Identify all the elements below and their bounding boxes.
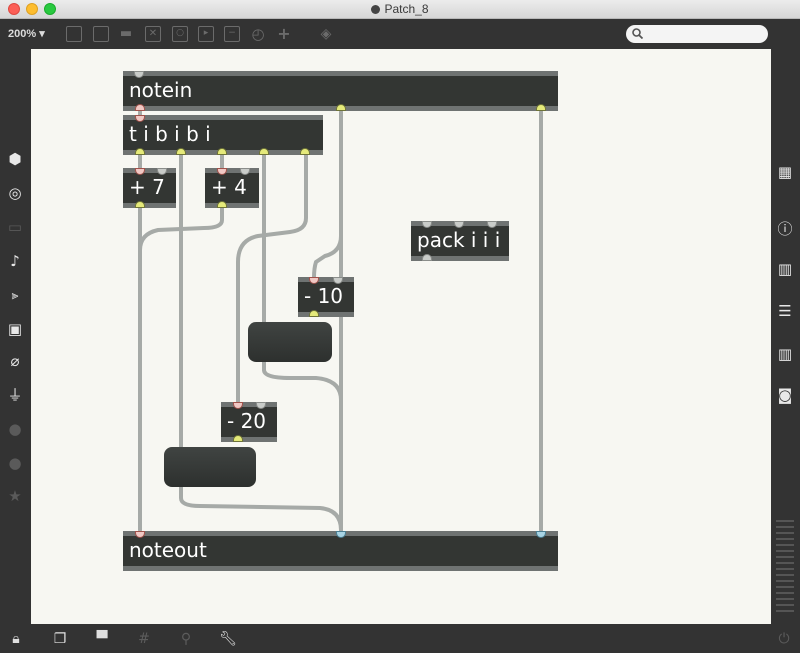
- trigger-outlet-2[interactable]: [176, 148, 186, 155]
- video-icon[interactable]: ▭: [5, 217, 25, 237]
- notein-outlet-pitch[interactable]: [135, 104, 145, 111]
- sub10-label: - 10: [304, 284, 344, 308]
- wrench-icon[interactable]: 🔧︎: [219, 630, 237, 648]
- button-icon[interactable]: ○: [172, 26, 188, 42]
- paperclip-icon[interactable]: ⌀: [5, 351, 25, 371]
- clock-icon[interactable]: ●: [5, 453, 25, 473]
- message-box-icon[interactable]: [93, 26, 109, 42]
- left-sidebar: ⬢ ◎ ▭ ♪ ⫸ ▣ ⌀ ⏚ ● ● ★: [0, 49, 31, 624]
- plug-icon[interactable]: ⏚: [5, 385, 25, 405]
- toolbar: 200% ▾ ▬ ✕ ○ ▸ − ◴ + ◈: [0, 19, 800, 49]
- list-icon[interactable]: ☰: [775, 301, 795, 321]
- add4-label: + 4: [211, 175, 247, 199]
- sub20-label: - 20: [227, 409, 267, 433]
- grid-icon[interactable]: ▦: [775, 162, 795, 182]
- add7-object[interactable]: + 7: [123, 168, 176, 208]
- comment-icon[interactable]: ▬: [118, 26, 134, 42]
- toggle-icon[interactable]: ✕: [145, 26, 161, 42]
- add4-object[interactable]: + 4: [205, 168, 259, 208]
- cube-icon[interactable]: ⬢: [5, 149, 25, 169]
- empty-object-box[interactable]: [248, 322, 332, 362]
- dial-icon[interactable]: ◴: [250, 26, 266, 42]
- panel-icon[interactable]: [66, 26, 82, 42]
- add7-label: + 7: [129, 175, 165, 199]
- number-box-icon[interactable]: ▸: [198, 26, 214, 42]
- trigger-object[interactable]: t i b i b i: [123, 115, 323, 155]
- empty-object-box[interactable]: [164, 447, 256, 487]
- presentation-icon[interactable]: ▀: [93, 630, 111, 648]
- grid-icon[interactable]: #: [135, 630, 153, 648]
- level-meter: [776, 520, 794, 616]
- sub10-object[interactable]: - 10: [298, 277, 354, 317]
- star-icon[interactable]: ★: [5, 486, 25, 506]
- power-icon[interactable]: ⏻: [775, 630, 793, 648]
- pack-label: pack i i i: [417, 228, 501, 252]
- notein-outlet-velocity[interactable]: [336, 104, 346, 111]
- add7-outlet[interactable]: [135, 201, 145, 208]
- notein-label: notein: [129, 78, 193, 102]
- notein-outlet-channel[interactable]: [536, 104, 546, 111]
- image-icon[interactable]: ▣: [5, 319, 25, 339]
- trigger-outlet-4[interactable]: [259, 148, 269, 155]
- sub20-object[interactable]: - 20: [221, 402, 277, 442]
- camera-icon[interactable]: ◙: [775, 385, 795, 405]
- bottom-toolbar: 🔒︎ ❐ ▀ # ⚲ 🔧︎ ⏻: [0, 624, 800, 653]
- add4-outlet[interactable]: [217, 201, 227, 208]
- add-object-icon[interactable]: +: [276, 26, 292, 42]
- window-title: Patch_8: [0, 2, 800, 16]
- document-icon: [371, 5, 381, 14]
- window-title-label: Patch_8: [384, 2, 429, 16]
- pin-icon[interactable]: ⚲: [177, 630, 195, 648]
- paint-bucket-icon[interactable]: ◈: [318, 26, 334, 42]
- target-icon[interactable]: ◎: [5, 183, 25, 203]
- trigger-label: t i b i b i: [129, 122, 211, 146]
- book-icon[interactable]: ▥: [775, 259, 795, 279]
- play-list-icon[interactable]: ⫸: [5, 285, 25, 305]
- trigger-outlet-1[interactable]: [135, 148, 145, 155]
- search-input[interactable]: [626, 25, 768, 43]
- trigger-outlet-5[interactable]: [300, 148, 310, 155]
- sub20-outlet[interactable]: [233, 435, 243, 442]
- slider-icon[interactable]: −: [224, 26, 240, 42]
- zoom-menu[interactable]: 200% ▾: [8, 27, 45, 40]
- vimeo-icon[interactable]: ●: [5, 419, 25, 439]
- sub10-outlet[interactable]: [309, 310, 319, 317]
- trigger-outlet-3[interactable]: [217, 148, 227, 155]
- reference-icon[interactable]: ▥: [775, 344, 795, 364]
- pack-object[interactable]: pack i i i: [411, 221, 509, 261]
- noteout-label: noteout: [129, 538, 207, 562]
- notein-object[interactable]: notein: [123, 71, 558, 111]
- music-note-icon[interactable]: ♪: [5, 251, 25, 271]
- windows-icon[interactable]: ❐: [51, 630, 69, 648]
- lock-icon[interactable]: 🔒︎: [7, 630, 25, 648]
- info-icon[interactable]: ⓘ: [775, 219, 795, 239]
- noteout-object[interactable]: noteout: [123, 531, 558, 571]
- search-icon: [632, 28, 643, 39]
- pack-outlet[interactable]: [422, 254, 432, 261]
- title-bar: Patch_8: [0, 0, 800, 19]
